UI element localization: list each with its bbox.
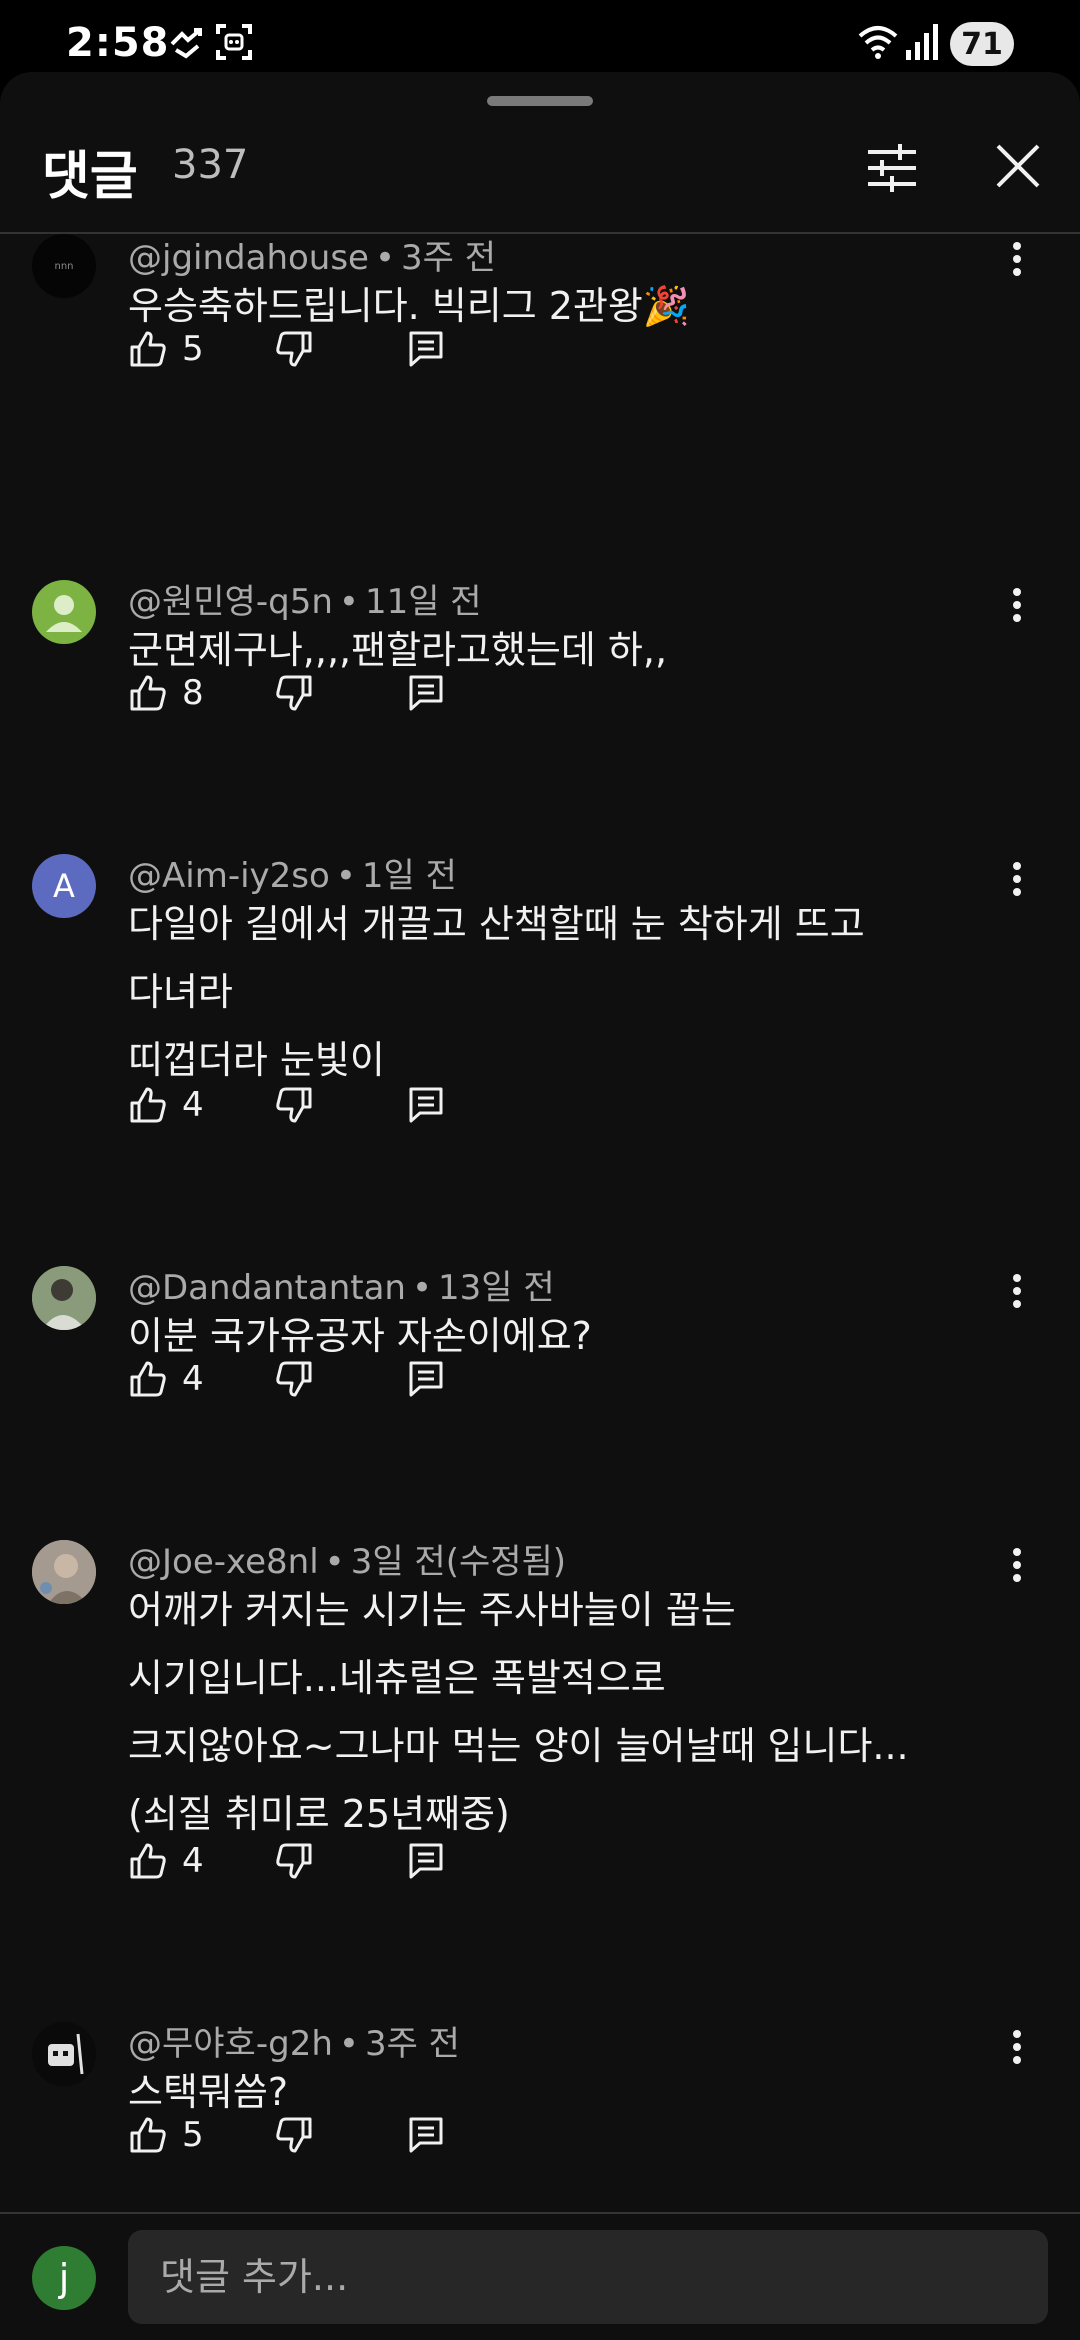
like-count: 4 xyxy=(182,1085,204,1125)
comment-line: 다녀라 xyxy=(128,970,233,1014)
comment-actions: 4 xyxy=(128,1354,528,1404)
dislike-button[interactable] xyxy=(274,1354,314,1404)
status-time: 2:58 xyxy=(66,20,170,66)
thumbs-down-icon xyxy=(276,1361,312,1397)
like-count: 4 xyxy=(182,1359,204,1399)
close-button[interactable] xyxy=(990,138,1046,194)
comment-actions: 8 xyxy=(128,668,528,718)
screenshot-icon xyxy=(214,22,254,66)
comment-text: 어깨가 커지는 시기는 주사바늘이 꼽는 시기입니다...네츄럴은 폭발적으로 … xyxy=(128,1576,988,1848)
avatar[interactable] xyxy=(32,1540,96,1604)
default-user-icon xyxy=(46,595,82,632)
thumbs-up-icon xyxy=(130,331,166,367)
reply-icon xyxy=(409,1843,443,1879)
thumbs-up-icon xyxy=(130,1843,166,1879)
dislike-button[interactable] xyxy=(274,1836,314,1886)
more-options-button[interactable] xyxy=(1000,854,1034,904)
comment-text: 다일아 길에서 개끌고 산책할때 눈 착하게 뜨고 다녀라 띠껍더라 눈빛이 xyxy=(128,890,988,1094)
reply-icon xyxy=(409,1361,443,1397)
reply-icon xyxy=(409,1087,443,1123)
comment-list[interactable]: nnn @jgindahouse • 3주 전 우승축하드립니다. 빅리그 2관왕🎉… xyxy=(0,234,1080,2214)
comment-line: 시기입니다...네츄럴은 폭발적으로 xyxy=(128,1656,666,1700)
comments-sheet: 댓글 337 nnn @jgindahouse • 3주 전 우승축하드립니다.… xyxy=(0,72,1080,2340)
thumbs-down-icon xyxy=(276,2117,312,2153)
avatar-letter: A xyxy=(53,867,75,905)
reply-icon xyxy=(409,331,443,367)
more-options-button[interactable] xyxy=(1000,1540,1034,1590)
thumbs-up-icon xyxy=(130,675,166,711)
like-count: 4 xyxy=(182,1841,204,1881)
avatar[interactable] xyxy=(32,1266,96,1330)
reply-icon xyxy=(409,675,443,711)
comment-line: 어깨가 커지는 시기는 주사바늘이 꼽는 xyxy=(128,1588,736,1632)
status-bar: 2:58 71 xyxy=(0,0,1080,70)
battery-indicator: 71 xyxy=(950,22,1014,66)
profile-photo xyxy=(32,1540,96,1604)
sort-filter-button[interactable] xyxy=(862,138,922,198)
comment-actions: 5 xyxy=(128,324,528,374)
close-icon xyxy=(996,144,1040,188)
avatar[interactable]: nnn xyxy=(32,234,96,298)
like-button[interactable]: 5 xyxy=(128,324,204,374)
comment-actions: 4 xyxy=(128,1836,528,1886)
like-button[interactable]: 5 xyxy=(128,2110,204,2160)
thumbs-down-icon xyxy=(276,675,312,711)
avatar[interactable] xyxy=(32,580,96,644)
thumbs-down-icon xyxy=(276,1087,312,1123)
sheet-title: 댓글 xyxy=(42,147,138,207)
notification-icon xyxy=(168,22,208,66)
composer-divider xyxy=(0,2212,1080,2214)
avatar[interactable] xyxy=(32,2022,96,2086)
like-button[interactable]: 4 xyxy=(128,1836,204,1886)
reply-button[interactable] xyxy=(406,1354,446,1404)
comment-actions: 5 xyxy=(128,2110,528,2160)
reply-button[interactable] xyxy=(406,668,446,718)
filter-icon xyxy=(868,144,916,192)
thumbs-up-icon xyxy=(130,1361,166,1397)
comment-line: 다일아 길에서 개끌고 산책할때 눈 착하게 뜨고 xyxy=(128,902,865,946)
like-count: 5 xyxy=(182,329,204,369)
avatar[interactable]: A xyxy=(32,854,96,918)
like-count: 8 xyxy=(182,673,204,713)
dislike-button[interactable] xyxy=(274,1080,314,1130)
reply-button[interactable] xyxy=(406,1836,446,1886)
like-button[interactable]: 8 xyxy=(128,668,204,718)
profile-photo xyxy=(32,2022,96,2086)
add-comment-input[interactable] xyxy=(128,2230,1048,2324)
like-button[interactable]: 4 xyxy=(128,1080,204,1130)
avatar-logo: nnn xyxy=(54,260,74,272)
more-options-button[interactable] xyxy=(1000,580,1034,630)
like-button[interactable]: 4 xyxy=(128,1354,204,1404)
dislike-button[interactable] xyxy=(274,668,314,718)
signal-icon xyxy=(904,22,940,66)
comment-line: 크지않아요~그나마 먹는 양이 늘어날때 입니다... xyxy=(128,1724,909,1768)
thumbs-up-icon xyxy=(130,2117,166,2153)
more-options-button[interactable] xyxy=(1000,1266,1034,1316)
profile-photo xyxy=(32,1266,96,1330)
like-count: 5 xyxy=(182,2115,204,2155)
drag-handle[interactable] xyxy=(487,96,593,106)
reply-icon xyxy=(409,2117,443,2153)
reply-button[interactable] xyxy=(406,324,446,374)
more-options-button[interactable] xyxy=(1000,2022,1034,2072)
current-user-avatar: j xyxy=(32,2246,96,2310)
comment-count: 337 xyxy=(172,142,249,188)
avatar-letter: j xyxy=(58,2256,70,2300)
reply-button[interactable] xyxy=(406,2110,446,2160)
dislike-button[interactable] xyxy=(274,324,314,374)
wifi-icon xyxy=(856,22,900,66)
thumbs-down-icon xyxy=(276,331,312,367)
more-options-button[interactable] xyxy=(1000,234,1034,284)
thumbs-up-icon xyxy=(130,1087,166,1123)
reply-button[interactable] xyxy=(406,1080,446,1130)
dislike-button[interactable] xyxy=(274,2110,314,2160)
comment-actions: 4 xyxy=(128,1080,528,1130)
thumbs-down-icon xyxy=(276,1843,312,1879)
